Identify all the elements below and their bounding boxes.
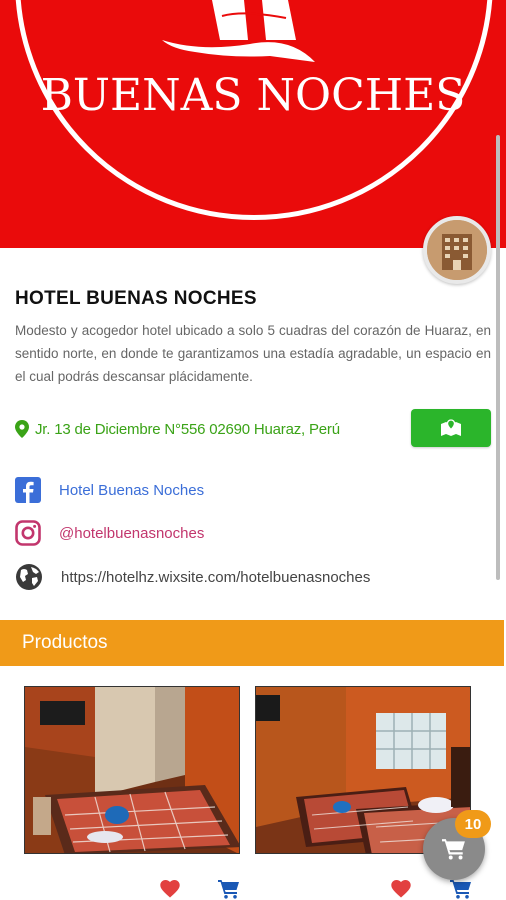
facebook-icon bbox=[15, 477, 41, 503]
hero-banner: BUENAS NOCHES bbox=[0, 0, 506, 248]
cart-icon bbox=[442, 839, 465, 860]
hotel-avatar[interactable] bbox=[423, 216, 491, 284]
map-pin-icon bbox=[15, 420, 29, 438]
cart-icon bbox=[450, 880, 471, 899]
hotel-description: Modesto y acogedor hotel ubicado a solo … bbox=[15, 323, 491, 384]
section-title: Productos bbox=[22, 632, 108, 653]
globe-icon bbox=[16, 564, 42, 590]
favorite-button[interactable] bbox=[159, 878, 181, 900]
cart-icon bbox=[218, 880, 239, 899]
instagram-text: @hotelbuenasnoches bbox=[59, 524, 205, 542]
heart-icon bbox=[391, 880, 411, 898]
add-to-cart-button[interactable] bbox=[218, 878, 240, 900]
scrollbar[interactable] bbox=[496, 135, 500, 580]
products-section-header: Productos bbox=[0, 620, 504, 666]
building-icon bbox=[427, 220, 487, 280]
open-map-button[interactable] bbox=[411, 409, 491, 447]
website-text: https://hotelhz.wixsite.com/hotelbuenasn… bbox=[61, 568, 371, 586]
hotel-name: HOTEL BUENAS NOCHES bbox=[15, 288, 257, 309]
website-link[interactable]: https://hotelhz.wixsite.com/hotelbuenasn… bbox=[15, 563, 370, 591]
address-text: Jr. 13 de Diciembre N°556 02690 Huaraz, … bbox=[35, 420, 340, 438]
instagram-icon bbox=[15, 520, 41, 546]
cart-count-badge: 10 bbox=[455, 810, 491, 838]
map-icon bbox=[441, 419, 461, 436]
add-to-cart-button[interactable] bbox=[450, 878, 472, 900]
instagram-link[interactable]: @hotelbuenasnoches bbox=[15, 519, 204, 547]
address-row[interactable]: Jr. 13 de Diciembre N°556 02690 Huaraz, … bbox=[15, 418, 340, 440]
facebook-link[interactable]: Hotel Buenas Noches bbox=[15, 476, 204, 504]
facebook-text: Hotel Buenas Noches bbox=[59, 481, 205, 499]
heart-icon bbox=[160, 880, 180, 898]
product-image[interactable] bbox=[24, 686, 240, 854]
favorite-button[interactable] bbox=[390, 878, 412, 900]
brand-text: BUENAS NOCHES bbox=[40, 70, 466, 121]
logo-hat-icon bbox=[162, 0, 315, 62]
